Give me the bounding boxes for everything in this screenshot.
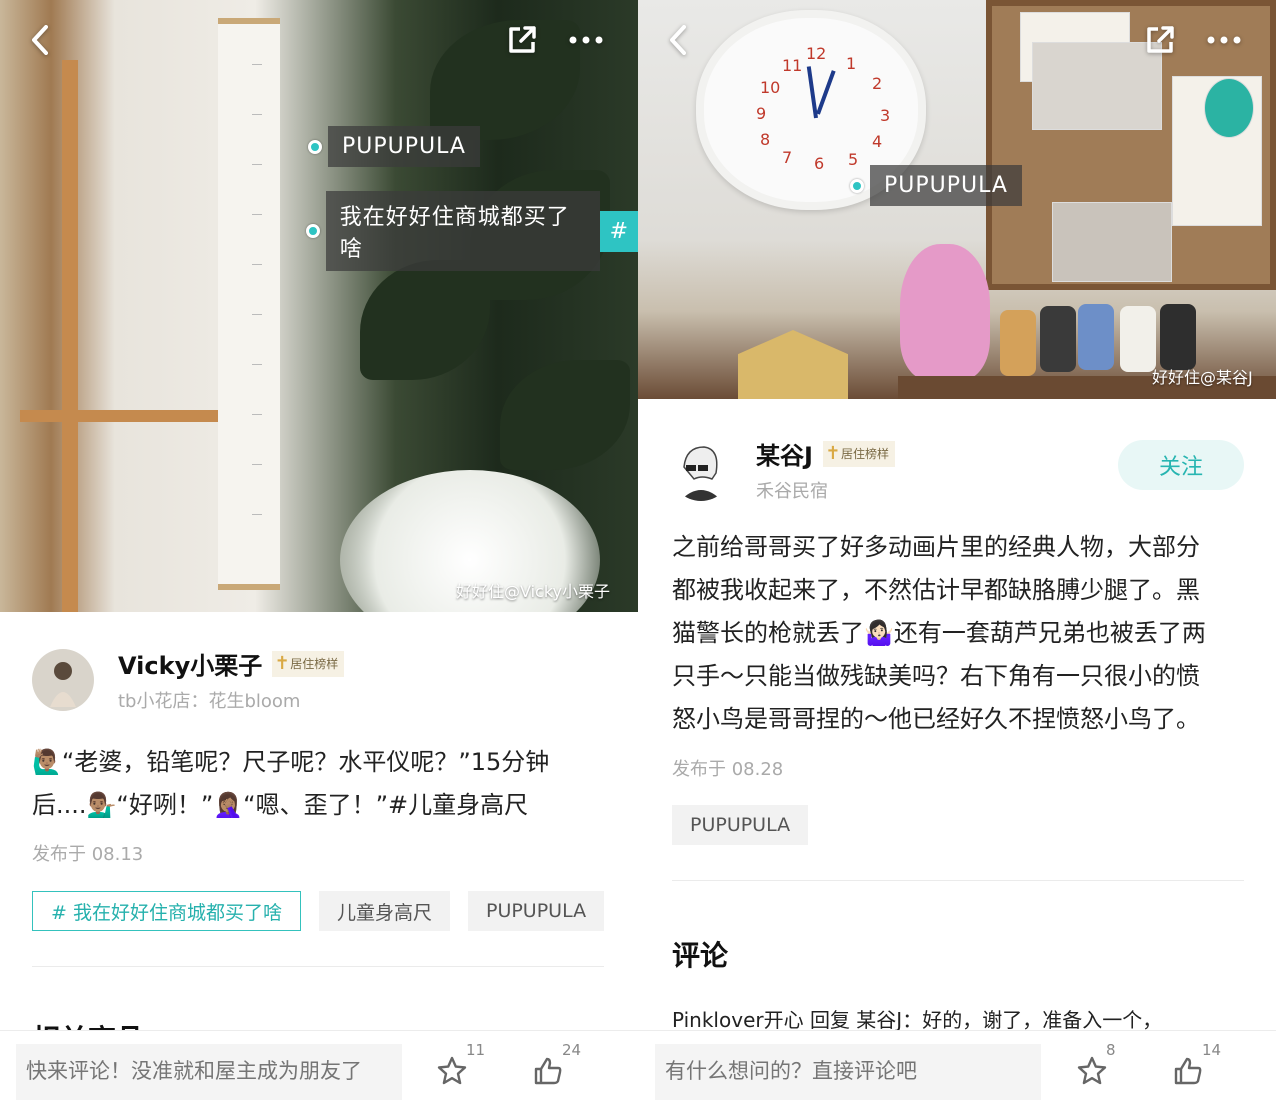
trophy-icon: ✝: [825, 442, 841, 464]
photo-topic-tag[interactable]: 我在好好住商城都买了啥 #: [306, 191, 638, 271]
tag-chip[interactable]: PUPUPULA: [467, 891, 605, 931]
tissue-box-decor: [738, 330, 848, 399]
trophy-icon: ✝: [274, 652, 290, 674]
post-photo[interactable]: 12 1 2 3 4 5 6 7 8 9 10 11 PUPUPULA 好好住@…: [638, 0, 1276, 399]
post-line: 猫警长的枪就丢了🤷🏻‍♀️还有一套葫芦兄弟也被丢了两: [672, 619, 1206, 647]
badge-label: 居住榜样: [290, 657, 339, 671]
right-post-screen: 12 1 2 3 4 5 6 7 8 9 10 11 PUPUPULA 好好住@…: [638, 0, 1276, 1106]
hash-icon: #: [599, 210, 638, 252]
post-photo[interactable]: PUPUPULA 我在好好住商城都买了啥 # 好好住@Vicky小栗子: [0, 0, 638, 612]
tag-list: PUPUPULA: [672, 805, 826, 845]
like-button[interactable]: 14: [1172, 1041, 1222, 1095]
tag-dot-icon: [306, 224, 320, 238]
post-line: 之前给哥哥买了好多动画片里的经典人物，大部分: [672, 533, 1200, 561]
status-badge: ✝ 居住榜样: [272, 650, 345, 677]
post-body: 🙋🏽‍♂️“老婆，铅笔呢？尺子呢？水平仪呢？”15分钟 后....💁🏽‍♂️“好…: [32, 741, 549, 827]
coat-rack-decor: [62, 60, 78, 612]
topic-tag[interactable]: # 我在好好住商城都买了啥: [32, 891, 301, 931]
tag-chip[interactable]: 儿童身高尺: [318, 891, 450, 931]
photo-tag-label: PUPUPULA: [328, 126, 480, 167]
photo-tag-label: PUPUPULA: [870, 165, 1022, 206]
post-line: 只手～只能当做残缺美吗？右下角有一只很小的愤: [672, 662, 1200, 690]
author-name[interactable]: Vicky小栗子: [118, 646, 262, 681]
photo-tag-label: 我在好好住商城都买了啥: [325, 191, 600, 271]
share-external-icon[interactable]: [504, 22, 540, 58]
photo-watermark: 好好住@某谷J: [1152, 368, 1253, 387]
back-icon[interactable]: [660, 22, 696, 58]
more-dots-icon[interactable]: [568, 22, 604, 58]
more-dots-icon[interactable]: [1206, 22, 1242, 58]
author-subtitle: tb小花店：花生bloom: [118, 691, 301, 712]
share-external-icon[interactable]: [1142, 22, 1178, 58]
photo-product-tag[interactable]: PUPUPULA: [850, 165, 1022, 206]
leaf-decor: [360, 260, 490, 380]
follow-button[interactable]: 关注: [1118, 440, 1244, 490]
author-subtitle: 禾谷民宿: [756, 481, 828, 502]
favorite-button[interactable]: 11: [436, 1041, 486, 1095]
post-date: 发布于 08.28: [672, 759, 784, 780]
comment-preview[interactable]: Pinklover开心 回复 某谷J：好的，谢了，准备入一个，: [672, 1004, 1162, 1033]
like-count: 24: [562, 1041, 582, 1059]
comment-input[interactable]: [655, 1044, 1041, 1100]
favorite-button[interactable]: 8: [1076, 1041, 1126, 1095]
back-icon[interactable]: [22, 22, 58, 58]
favorite-count: 8: [1106, 1041, 1116, 1059]
avatar[interactable]: [670, 438, 732, 501]
height-ruler-decor: [218, 18, 280, 590]
tag-dot-icon: [850, 178, 864, 193]
author-name[interactable]: 某谷J: [756, 436, 813, 471]
left-post-screen: PUPUPULA 我在好好住商城都买了啥 # 好好住@Vicky小栗子 Vick…: [0, 0, 638, 1106]
author-block[interactable]: Vicky小栗子 ✝ 居住榜样 tb小花店：花生bloom: [32, 646, 345, 713]
post-line: 后....💁🏽‍♂️“好咧！”🤦🏽‍♀️“嗯、歪了！”#儿童身高尺: [32, 791, 529, 819]
status-badge: ✝ 居住榜样: [822, 440, 895, 467]
barbapapa-figure-decor: [900, 244, 990, 380]
photo-watermark: 好好住@Vicky小栗子: [456, 582, 611, 601]
like-button[interactable]: 24: [532, 1041, 582, 1095]
post-line: 怒小鸟是哥哥捏的～他已经好久不捏愤怒小鸟了。: [672, 705, 1200, 733]
tag-dot-icon: [308, 139, 322, 154]
like-count: 14: [1202, 1041, 1222, 1059]
tag-chip[interactable]: PUPUPULA: [672, 805, 809, 845]
comment-input[interactable]: [16, 1044, 402, 1100]
comments-title: 评论: [672, 939, 729, 972]
divider: [672, 880, 1244, 881]
thumbs-up-icon: [534, 1057, 562, 1085]
post-line: 都被我收起来了，不然估计早都缺胳膊少腿了。黑: [672, 576, 1200, 604]
bottom-bar: 8 14: [638, 1030, 1276, 1106]
post-line: 🙋🏽‍♂️“老婆，铅笔呢？尺子呢？水平仪呢？”15分钟: [32, 748, 550, 776]
thumbs-up-icon: [1174, 1057, 1202, 1085]
badge-label: 居住榜样: [840, 447, 889, 461]
star-icon: [1077, 1056, 1107, 1085]
favorite-count: 11: [466, 1041, 486, 1059]
post-body: 之前给哥哥买了好多动画片里的经典人物，大部分 都被我收起来了，不然估计早都缺胳膊…: [672, 526, 1206, 741]
post-date: 发布于 08.13: [32, 844, 144, 865]
bottom-bar: 11 24: [0, 1030, 638, 1106]
tag-list: # 我在好好住商城都买了啥 儿童身高尺 PUPUPULA: [32, 891, 622, 931]
divider: [32, 966, 604, 967]
leaf-decor: [500, 360, 630, 470]
coat-bar-decor: [20, 410, 230, 422]
avatar[interactable]: [32, 648, 94, 711]
photo-product-tag[interactable]: PUPUPULA: [308, 126, 480, 167]
star-icon: [437, 1056, 467, 1085]
author-block[interactable]: 某谷J ✝ 居住榜样 禾谷民宿: [670, 436, 895, 503]
